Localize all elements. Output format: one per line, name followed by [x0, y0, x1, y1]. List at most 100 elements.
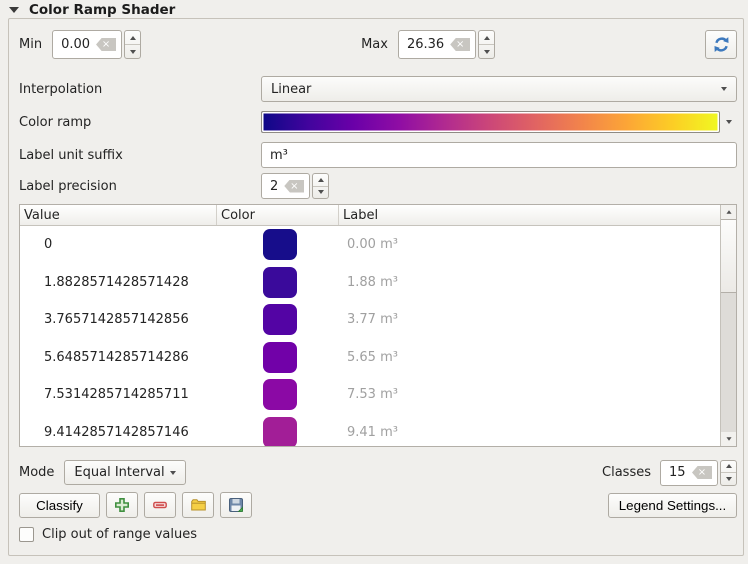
classes-spin-down[interactable]: [721, 473, 736, 485]
color-swatch[interactable]: [263, 342, 297, 373]
chevron-down-icon: [170, 471, 176, 475]
label-unit-suffix-label: Label unit suffix: [19, 148, 261, 163]
color-swatch[interactable]: [263, 229, 297, 260]
row-label[interactable]: 9.41 m³: [339, 425, 720, 440]
min-input[interactable]: 0.00 ×: [52, 30, 122, 59]
row-value[interactable]: 5.6485714285714286: [20, 350, 217, 365]
row-label[interactable]: 1.88 m³: [339, 275, 720, 290]
max-spinbox: 26.36 ×: [398, 30, 697, 59]
row-value[interactable]: 3.7657142857142856: [20, 312, 217, 327]
table-main: Value Color Label 0 0.00 m³ 1.8828571428…: [20, 205, 720, 446]
label-precision-row: Label precision 2 ×: [19, 173, 737, 199]
row-label[interactable]: 5.65 m³: [339, 350, 720, 365]
interpolation-combobox[interactable]: Linear: [261, 76, 737, 102]
color-swatch[interactable]: [263, 267, 297, 298]
min-spin-up[interactable]: [125, 31, 140, 45]
interpolation-label: Interpolation: [19, 82, 261, 97]
precision-spin-up[interactable]: [313, 174, 328, 187]
clear-max-icon[interactable]: ×: [450, 38, 470, 51]
color-swatch[interactable]: [263, 379, 297, 410]
scrollbar-track[interactable]: [721, 293, 736, 432]
column-header-label[interactable]: Label: [339, 205, 720, 225]
label-unit-suffix-row: Label unit suffix m³: [19, 142, 737, 168]
label-precision-label: Label precision: [19, 179, 261, 194]
color-classes-table: Value Color Label 0 0.00 m³ 1.8828571428…: [19, 204, 737, 447]
group-header[interactable]: Color Ramp Shader: [9, 1, 175, 18]
max-spin-down[interactable]: [479, 45, 494, 58]
color-ramp-gradient[interactable]: [261, 111, 720, 133]
scrollbar-thumb[interactable]: [721, 219, 736, 293]
minus-icon: [152, 497, 168, 513]
chevron-down-icon: [721, 87, 727, 91]
save-color-map-button[interactable]: [220, 492, 252, 518]
table-scrollbar[interactable]: [720, 205, 736, 446]
color-swatch[interactable]: [263, 304, 297, 335]
row-value[interactable]: 7.5314285714285711: [20, 387, 217, 402]
clip-label[interactable]: Clip out of range values: [42, 527, 197, 542]
precision-spin-down[interactable]: [313, 187, 328, 199]
row-value[interactable]: 9.4142857142857146: [20, 425, 217, 440]
min-spin-down[interactable]: [125, 45, 140, 58]
max-value: 26.36: [407, 37, 444, 52]
classify-button[interactable]: Classify: [19, 493, 100, 518]
reload-minmax-button[interactable]: [705, 30, 737, 59]
clear-classes-icon[interactable]: ×: [692, 466, 712, 479]
group-frame: Min 0.00 × Max 26.36 ×: [8, 18, 744, 556]
clip-row: Clip out of range values: [19, 526, 737, 543]
column-header-value[interactable]: Value: [20, 205, 217, 225]
clip-checkbox[interactable]: [19, 527, 34, 542]
color-ramp-label: Color ramp: [19, 115, 261, 130]
label-precision-input[interactable]: 2 ×: [261, 173, 310, 199]
classes-value: 15: [669, 465, 690, 480]
label-unit-suffix-input[interactable]: m³: [261, 142, 737, 168]
table-row[interactable]: 7.5314285714285711 7.53 m³: [20, 376, 720, 414]
color-swatch[interactable]: [263, 417, 297, 446]
row-label[interactable]: 0.00 m³: [339, 237, 720, 252]
folder-icon: [190, 497, 207, 513]
classes-spin-up[interactable]: [721, 461, 736, 474]
collapse-arrow-icon[interactable]: [9, 7, 19, 13]
scroll-down-icon[interactable]: [721, 432, 736, 446]
color-ramp-dropdown[interactable]: [720, 120, 737, 124]
min-spinbox: 0.00 ×: [52, 30, 351, 59]
row-value[interactable]: 0: [20, 237, 217, 252]
classes-label: Classes: [602, 465, 651, 480]
column-header-color[interactable]: Color: [217, 205, 339, 225]
color-ramp-row: Color ramp: [19, 110, 737, 134]
mode-label: Mode: [19, 465, 54, 480]
min-spin-buttons: [124, 30, 141, 59]
scroll-up-icon[interactable]: [721, 205, 736, 219]
table-row[interactable]: 0 0.00 m³: [20, 226, 720, 264]
row-label[interactable]: 3.77 m³: [339, 312, 720, 327]
actions-row: Classify: [19, 492, 737, 518]
legend-settings-button[interactable]: Legend Settings...: [608, 493, 737, 518]
mode-combobox[interactable]: Equal Interval: [64, 460, 186, 485]
table-header: Value Color Label: [20, 205, 720, 226]
row-value[interactable]: 1.8828571428571428: [20, 275, 217, 290]
group-title: Color Ramp Shader: [29, 2, 175, 18]
max-spin-up[interactable]: [479, 31, 494, 45]
row-label[interactable]: 7.53 m³: [339, 387, 720, 402]
table-row[interactable]: 3.7657142857142856 3.77 m³: [20, 301, 720, 339]
mode-value: Equal Interval: [74, 465, 164, 480]
load-color-map-button[interactable]: [182, 492, 214, 518]
table-row[interactable]: 5.6485714285714286 5.65 m³: [20, 339, 720, 377]
max-input[interactable]: 26.36 ×: [398, 30, 476, 59]
clear-precision-icon[interactable]: ×: [284, 180, 304, 193]
color-ramp-button[interactable]: [261, 110, 737, 134]
mode-classes-row: Mode Equal Interval Classes 15 ×: [19, 460, 737, 485]
clear-min-icon[interactable]: ×: [96, 38, 116, 51]
min-label: Min: [19, 37, 42, 52]
remove-class-button[interactable]: [144, 492, 176, 518]
table-row[interactable]: 1.8828571428571428 1.88 m³: [20, 264, 720, 302]
classes-spin-buttons: [720, 460, 737, 486]
refresh-icon: [713, 36, 730, 53]
max-label: Max: [361, 37, 388, 52]
min-value: 0.00: [61, 37, 90, 52]
classes-input[interactable]: 15 ×: [660, 460, 718, 486]
label-precision-value: 2: [270, 179, 278, 194]
plus-icon: [114, 497, 130, 513]
add-class-button[interactable]: [106, 492, 138, 518]
precision-spin-buttons: [312, 173, 329, 199]
table-row[interactable]: 9.4142857142857146 9.41 m³: [20, 414, 720, 447]
